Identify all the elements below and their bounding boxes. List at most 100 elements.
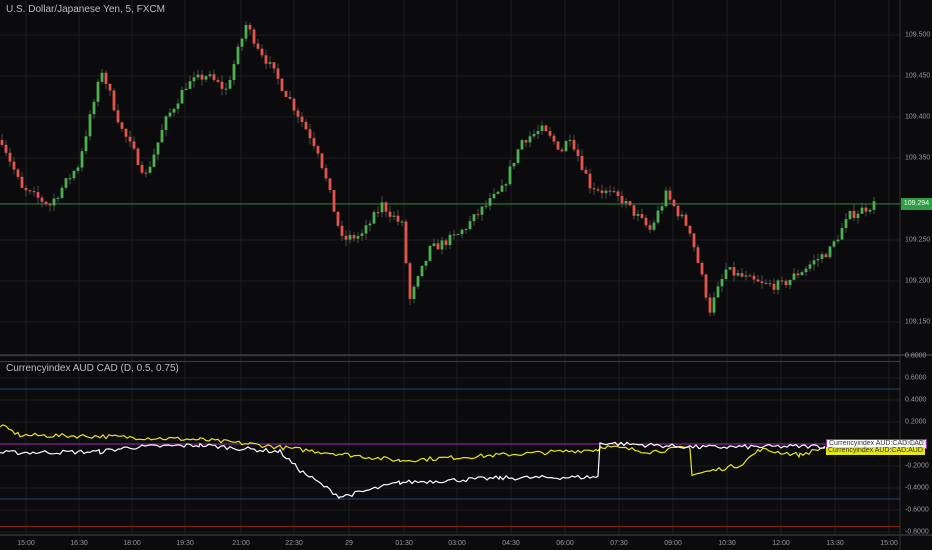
candle-up xyxy=(268,62,272,64)
candle-down xyxy=(116,110,120,123)
candle-up xyxy=(348,235,352,240)
candle-down xyxy=(752,275,756,280)
candle-up xyxy=(872,201,876,210)
candle-down xyxy=(632,205,636,216)
time-tick-label: 16:30 xyxy=(70,540,88,547)
candle-down xyxy=(272,62,276,69)
candle-down xyxy=(584,169,588,174)
candle-up xyxy=(244,24,248,39)
candle-down xyxy=(404,221,408,264)
candle-up xyxy=(196,74,200,78)
time-tick-label: 09:00 xyxy=(664,540,682,547)
candle-down xyxy=(12,161,16,170)
time-tick-label: 29 xyxy=(345,540,353,547)
candle-up xyxy=(820,254,824,259)
candle-down xyxy=(308,129,312,139)
price-tick-label: 109.500 xyxy=(905,31,931,39)
indicator-tick-label: 0.6000 xyxy=(905,374,927,382)
candle-down xyxy=(672,199,676,206)
candle-down xyxy=(732,267,736,276)
price-tick-label: 109.350 xyxy=(905,154,931,162)
candle-down xyxy=(292,98,296,111)
chart-canvas[interactable] xyxy=(0,0,932,550)
indicator-tick-label: -0.2000 xyxy=(905,462,929,470)
candle-up xyxy=(236,46,240,65)
candle-up xyxy=(652,222,656,230)
candle-up xyxy=(72,170,76,179)
candle-up xyxy=(788,279,792,286)
candle-up xyxy=(716,286,720,298)
candle-down xyxy=(684,214,688,226)
candle-down xyxy=(132,141,136,149)
candle-down xyxy=(20,176,24,188)
candle-up xyxy=(520,140,524,150)
candle-down xyxy=(524,140,528,143)
candle-up xyxy=(536,130,540,134)
indicator-tick-label: -0.4000 xyxy=(905,484,929,492)
candle-up xyxy=(720,278,724,287)
candle-up xyxy=(656,210,660,223)
candle-down xyxy=(784,280,788,286)
candle-up xyxy=(624,201,628,204)
candle-down xyxy=(696,247,700,263)
candle-up xyxy=(168,112,172,117)
candle-up xyxy=(664,190,668,207)
candle-up xyxy=(812,260,816,265)
candle-up xyxy=(76,167,80,171)
candle-down xyxy=(264,55,268,64)
candle-down xyxy=(48,204,52,206)
candle-up xyxy=(88,114,92,137)
time-tick-label: 01:30 xyxy=(395,540,413,547)
candle-up xyxy=(532,133,536,137)
candle-down xyxy=(560,149,564,152)
candle-up xyxy=(492,193,496,199)
candle-up xyxy=(380,202,384,213)
candle-down xyxy=(24,187,28,191)
candle-down xyxy=(708,297,712,313)
candle-up xyxy=(432,243,436,246)
candle-down xyxy=(596,189,600,191)
candle-down xyxy=(556,141,560,150)
candle-down xyxy=(28,190,32,192)
candle-down xyxy=(140,165,144,173)
candle-down xyxy=(572,139,576,150)
candle-up xyxy=(776,280,780,290)
candle-up xyxy=(204,76,208,80)
candle-down xyxy=(644,217,648,226)
candle-down xyxy=(284,90,288,97)
candle-down xyxy=(328,178,332,191)
candle-up xyxy=(416,276,420,287)
candle-up xyxy=(484,205,488,207)
candle-down xyxy=(612,191,616,193)
candle-down xyxy=(352,235,356,239)
candle-down xyxy=(700,262,704,275)
candle-down xyxy=(200,74,204,80)
candle-down xyxy=(688,225,692,234)
candle-up xyxy=(160,129,164,143)
candle-up xyxy=(836,239,840,242)
candle-up xyxy=(516,149,520,163)
candle-up xyxy=(100,72,104,82)
candle-up xyxy=(60,187,64,198)
candle-up xyxy=(156,142,160,155)
candle-up xyxy=(224,88,228,90)
candle-down xyxy=(304,121,308,130)
candle-up xyxy=(64,178,68,188)
candle-up xyxy=(604,190,608,194)
time-tick-label: 22:30 xyxy=(285,540,303,547)
candle-up xyxy=(540,125,544,131)
candle-down xyxy=(212,74,216,80)
candle-up xyxy=(568,139,572,142)
candle-down xyxy=(376,212,380,214)
candle-up xyxy=(188,81,192,89)
indicator-tick-label: 0.2000 xyxy=(905,418,927,426)
candle-up xyxy=(844,219,848,228)
price-tick-label: 109.400 xyxy=(905,113,931,121)
candle-down xyxy=(316,146,320,154)
candle-up xyxy=(480,206,484,215)
candle-down xyxy=(772,283,776,290)
candle-up xyxy=(488,198,492,206)
candle-down xyxy=(864,207,868,212)
candle-down xyxy=(616,191,620,196)
candle-down xyxy=(600,190,604,194)
